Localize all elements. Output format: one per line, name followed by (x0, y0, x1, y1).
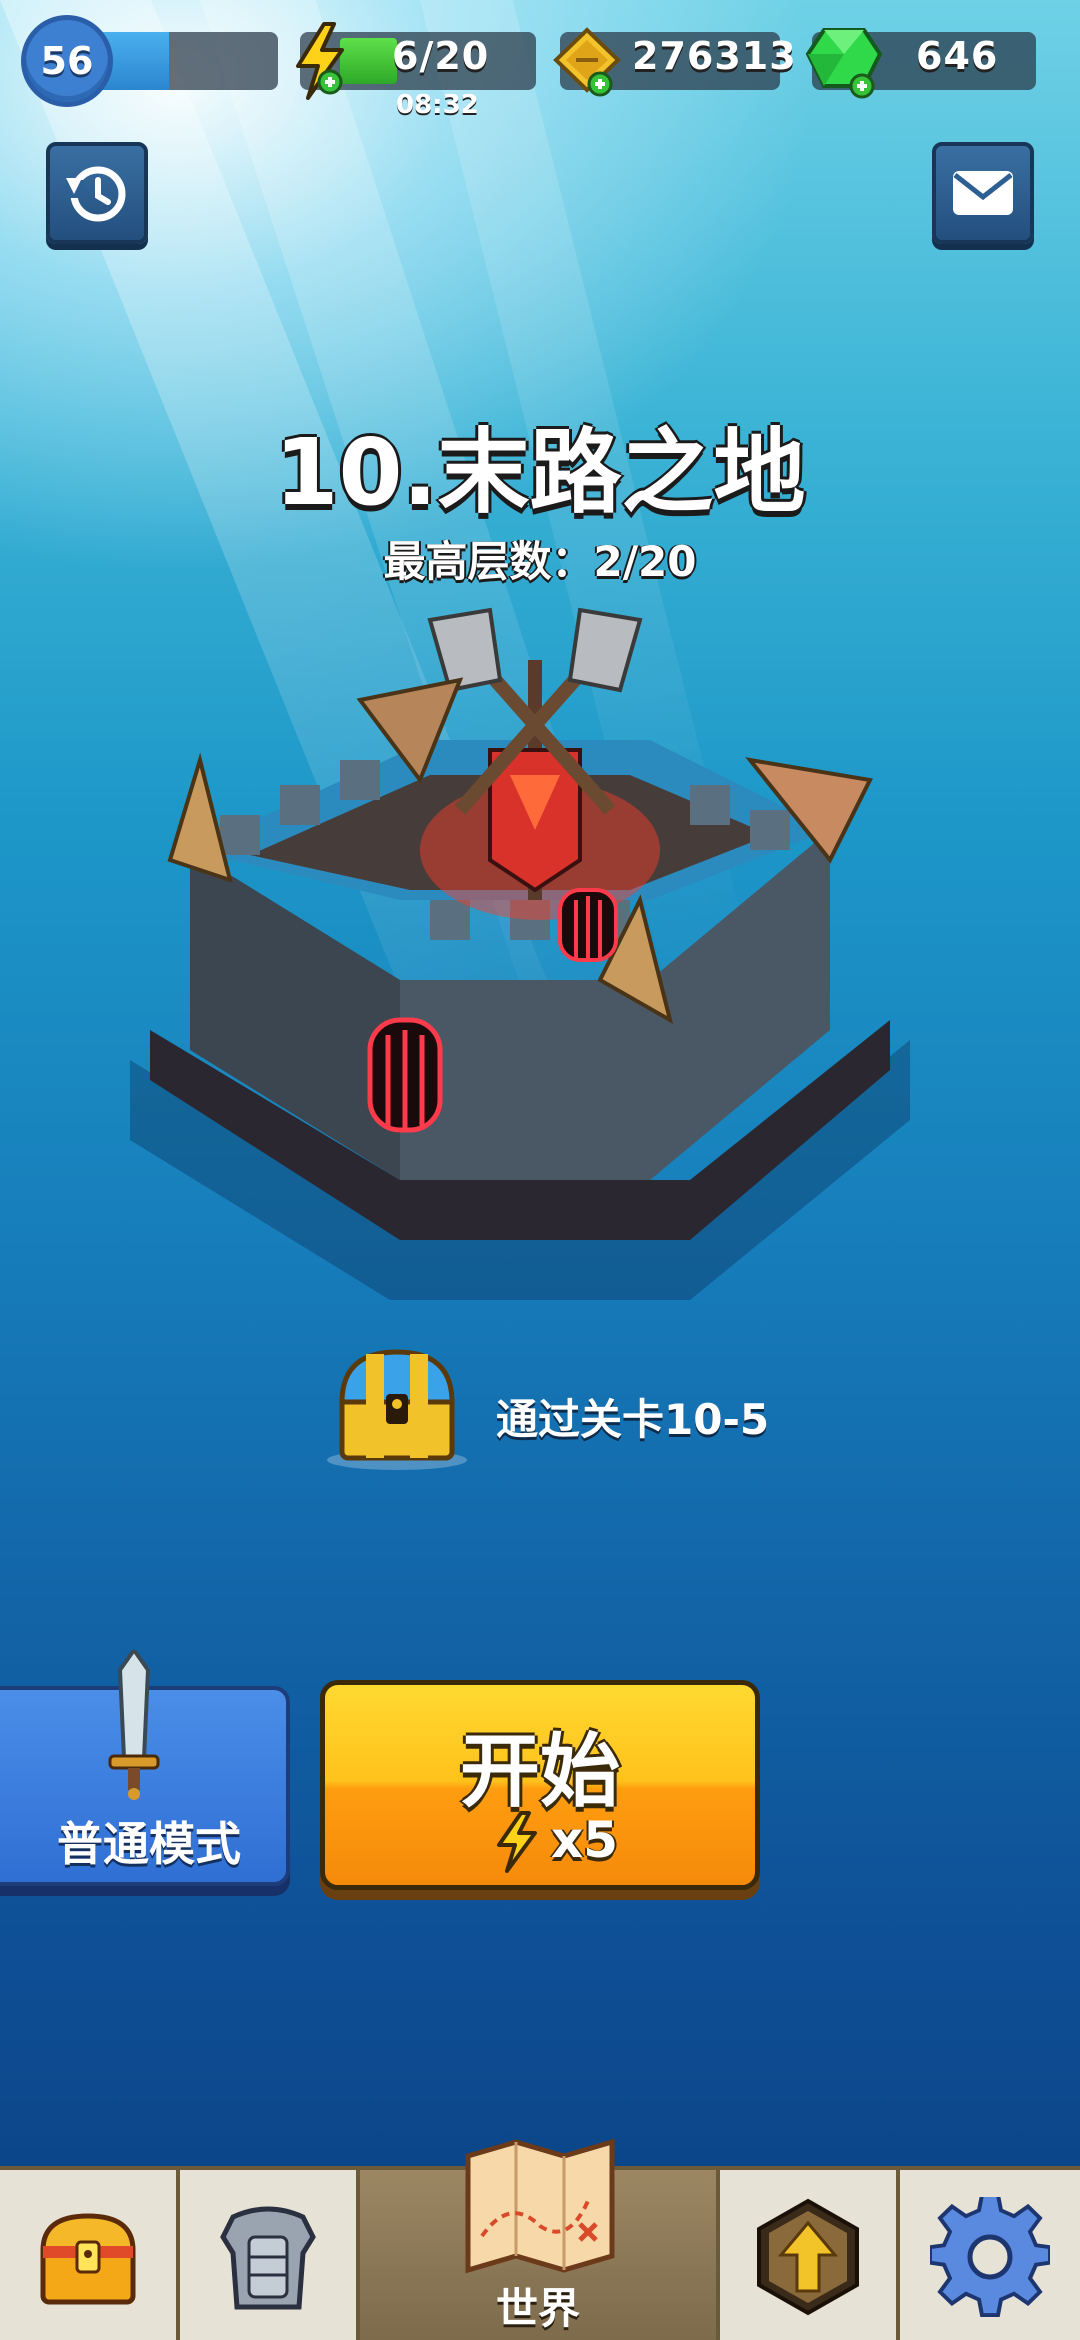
mail-icon (953, 171, 1013, 215)
stage-title: 10.末路之地 (274, 419, 806, 526)
xp-bar (80, 32, 278, 90)
map-icon (465, 2138, 615, 2274)
player-level-badge: 56 (26, 20, 108, 102)
normal-mode-button[interactable]: 普通模式 (0, 1650, 290, 1886)
nav-equipment[interactable] (180, 2170, 360, 2340)
game-screen: 56 6/20 08:32 276313 646 10.末路之地 最高层数：2/… (0, 0, 1080, 2340)
gem-value: 646 (916, 34, 999, 78)
lightning-icon (296, 22, 344, 100)
armor-icon (220, 2206, 316, 2310)
treasure-chest-icon (327, 1349, 467, 1470)
nav-world-label: 世界 (495, 2284, 580, 2333)
nav-chest[interactable] (0, 2170, 180, 2340)
sword-icon (108, 1650, 160, 1800)
history-button[interactable] (46, 142, 148, 244)
gear-icon (930, 2197, 1050, 2317)
energy-value: 6/20 (392, 34, 490, 78)
coin-icon (553, 27, 621, 97)
nav-upgrade[interactable] (720, 2170, 900, 2340)
nav-settings[interactable] (900, 2170, 1080, 2340)
energy-timer: 08:32 (396, 90, 479, 120)
start-button[interactable]: 开始 x5 (320, 1680, 760, 1890)
start-label: 开始 (460, 1725, 620, 1818)
lightning-icon (497, 1811, 537, 1873)
best-floor-text: 最高层数：2/20 (383, 537, 697, 586)
gem-icon (805, 28, 883, 99)
upgrade-arrow-icon (757, 2198, 859, 2316)
nav-world[interactable]: 世界 (360, 2138, 720, 2340)
chest-icon (40, 2213, 136, 2305)
mail-button[interactable] (932, 142, 1034, 244)
bottom-nav: 世界 (0, 2138, 1080, 2340)
reward-requirement: 通过关卡10-5 (496, 1395, 770, 1444)
coin-value: 276313 (632, 34, 797, 78)
normal-mode-label: 普通模式 (57, 1817, 241, 1871)
energy-cost: x5 (551, 1811, 619, 1869)
history-icon (66, 166, 126, 222)
fortress-stage-illustration[interactable] (130, 600, 910, 1300)
